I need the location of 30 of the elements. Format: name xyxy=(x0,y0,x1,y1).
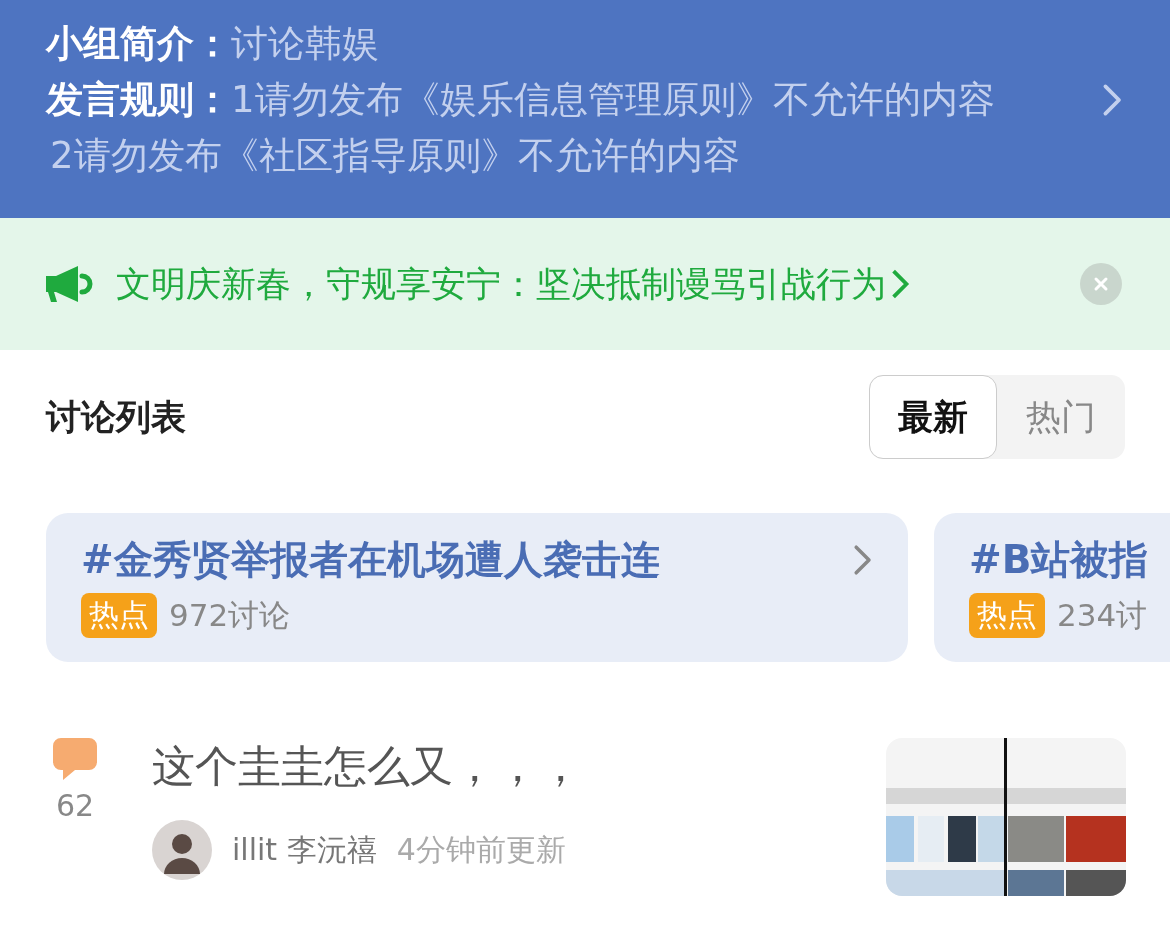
chevron-icon xyxy=(852,544,872,576)
section-title: 讨论列表 xyxy=(46,395,186,439)
post-title: 这个圭圭怎么又，，， xyxy=(152,740,583,793)
sort-tab[interactable]: 热门 xyxy=(997,375,1125,459)
author-name[interactable]: illit 李沅禧 xyxy=(232,829,377,871)
post-item[interactable]: 62 这个圭圭怎么又，，， illit 李沅禧 4分钟前更新 xyxy=(0,662,1170,896)
notice-text[interactable]: 文明庆新春，守规享安宁：坚决抵制谩骂引战行为 xyxy=(116,260,886,308)
topic-title: #B站被指 xyxy=(969,536,1149,584)
hot-tag: 热点 xyxy=(81,593,157,638)
topic-title: #金秀贤举报者在机场遭人袭击连 xyxy=(81,536,660,584)
comment-count: 62 xyxy=(55,788,95,823)
discussion-count: 972讨论 xyxy=(169,595,291,635)
chevron-icon xyxy=(1101,83,1122,117)
rule-text: 1请勿发布《娱乐信息管理原则》不允许的内容 xyxy=(231,77,995,123)
notice-banner[interactable]: 文明庆新春，守规享安宁：坚决抵制谩骂引战行为 xyxy=(0,218,1170,350)
hot-tag: 热点 xyxy=(969,593,1045,638)
topic-card[interactable]: #金秀贤举报者在机场遭人袭击连 热点 972讨论 xyxy=(46,513,908,662)
rule-text: 2请勿发布《社区指导原则》不允许的内容 xyxy=(50,133,740,179)
update-time: 4分钟前更新 xyxy=(396,830,566,869)
close-icon xyxy=(1093,276,1109,292)
comment-icon xyxy=(53,738,97,780)
avatar[interactable] xyxy=(152,820,212,880)
intro-text: 讨论韩娱 xyxy=(231,21,379,67)
discussion-count: 234讨 xyxy=(1057,595,1148,635)
megaphone-icon xyxy=(44,264,94,304)
chevron-icon xyxy=(890,268,910,300)
rules-label: 发言规则： xyxy=(46,77,231,123)
sort-tab[interactable]: 最新 xyxy=(869,375,997,459)
intro-label: 小组简介： xyxy=(46,21,231,67)
topic-card[interactable]: #B站被指 热点 234讨 xyxy=(934,513,1170,662)
